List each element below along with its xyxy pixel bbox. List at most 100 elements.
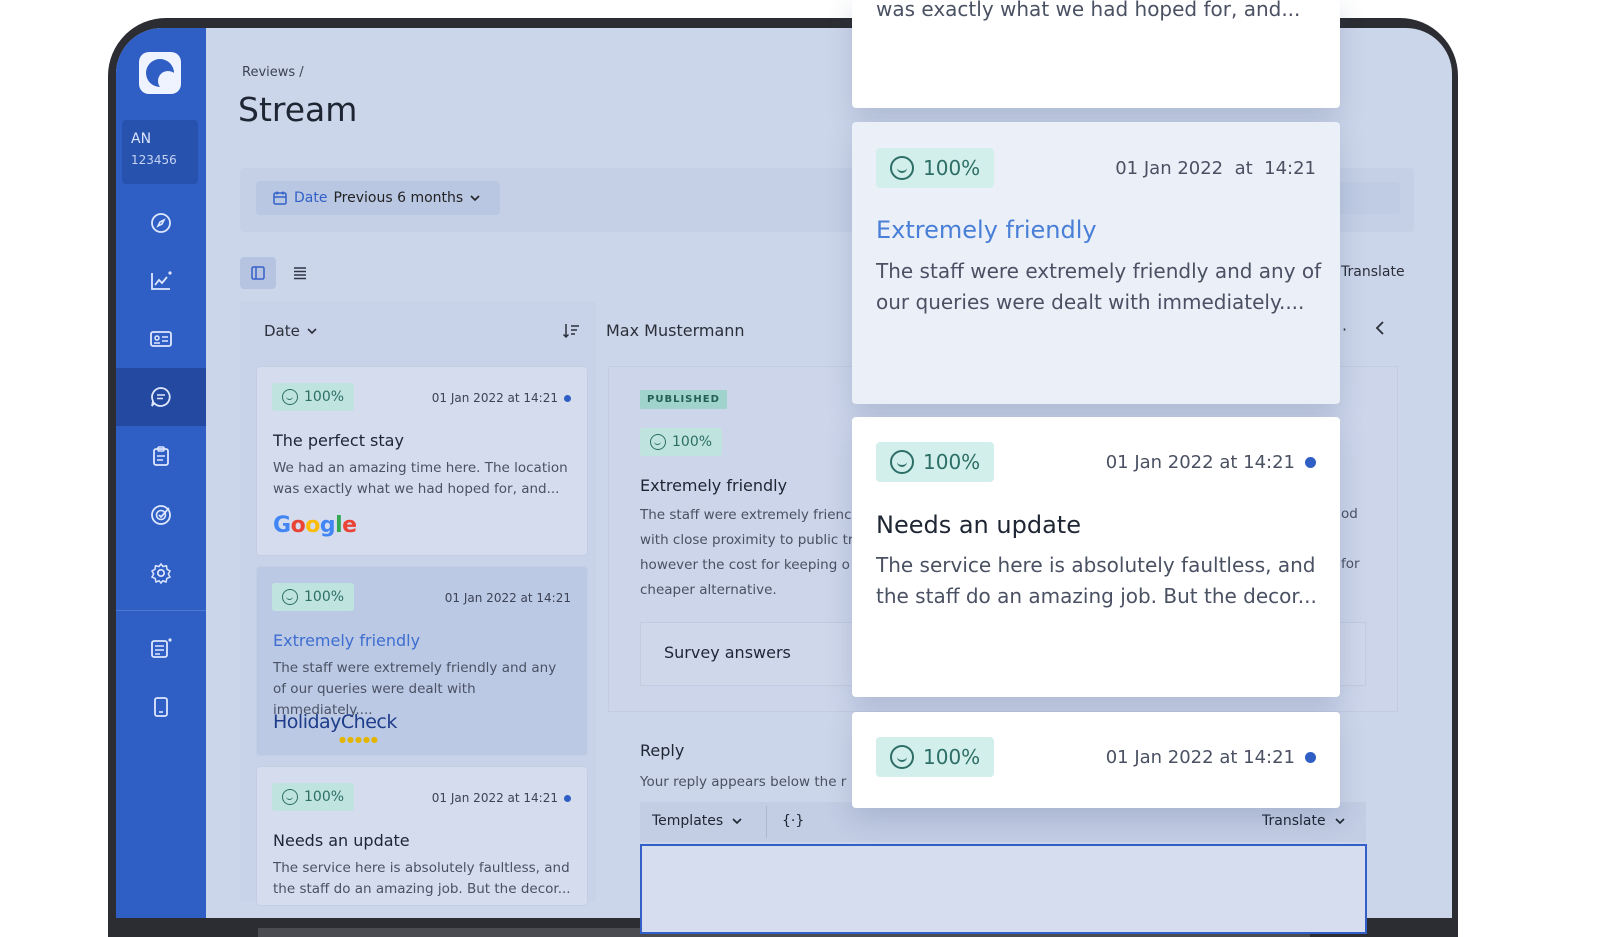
chevron-left-icon [1375,321,1384,335]
score-badge: 100% [876,442,995,482]
date-filter-button[interactable]: Date Previous 6 months [256,181,500,215]
app-logo[interactable] [139,52,181,94]
chevron-down-icon [1335,818,1345,825]
sidebar-item-explore[interactable] [116,194,206,252]
sort-label: Date [264,322,300,340]
account-id: 123456 [131,153,177,167]
review-excerpt: The staff were extremely friendly and an… [876,259,1322,314]
placeholder-variable-button[interactable]: {·} [782,813,804,829]
clipboard-icon [153,446,169,466]
status-badge: PUBLISHED [640,390,727,409]
floating-review-card[interactable]: 100% 01 Jan 2022 at 14:21 Extremely frie… [852,122,1340,404]
sidebar-item-analytics[interactable] [116,252,206,310]
account-initials: AN [131,131,152,147]
sort-descending-icon [562,324,579,339]
holidaycheck-logo: HolidayCheck [273,711,397,733]
reply-hint: Your reply appears below the r [640,774,847,790]
sidebar-item-tasks[interactable] [116,427,206,485]
review-date: 01 Jan 2022 at 14:21 [1106,452,1316,473]
review-title: The perfect stay [273,431,404,450]
target-check-icon [151,505,171,525]
score-badge: 100% [876,737,995,777]
smile-icon [650,434,666,450]
holidaycheck-stars: ●●●●● [339,735,379,744]
list-view-toggle[interactable] [282,257,318,289]
id-card-icon [150,331,172,347]
notepad-icon [151,638,172,658]
chevron-down-icon [470,195,480,202]
reply-heading: Reply [640,741,685,760]
sidebar-item-goals[interactable] [116,486,206,544]
chevron-down-icon [732,818,742,825]
detail-body-fragment: od [1341,506,1358,522]
mobile-phone-icon [154,697,168,717]
floating-review-card[interactable]: was exactly what we had hoped for, and..… [852,0,1340,108]
collapse-panel-button[interactable] [1374,320,1386,341]
sidebar-divider [116,610,206,611]
chevron-down-icon [307,328,317,335]
templates-dropdown[interactable]: Templates [652,813,743,829]
detail-body-fragment: for [1341,556,1360,572]
breadcrumb[interactable]: Reviews / [242,65,304,80]
review-title: Needs an update [273,831,410,850]
unread-dot [1305,752,1316,763]
review-card[interactable]: 100% 01 Jan 2022 at 14:21 Needs an updat… [256,766,588,906]
score-badge: 100% [640,428,723,456]
floating-review-card[interactable]: 100% 01 Jan 2022 at 14:21 [852,712,1340,808]
score-badge: 100% [272,383,355,411]
unread-dot [1305,457,1316,468]
sort-dropdown[interactable]: Date [264,322,318,340]
review-excerpt: We had an amazing time here. The locatio… [273,460,568,497]
review-excerpt: The service here is absolutely faultless… [876,553,1317,608]
review-title: Extremely friendly [273,631,421,650]
card-view-toggle[interactable] [240,257,276,289]
smile-icon [890,745,914,769]
unread-dot [564,395,571,402]
more-dot[interactable]: · [1342,320,1347,339]
sidebar-item-reviews[interactable] [116,368,206,426]
review-date: 01 Jan 2022 at 14:21 [432,391,571,405]
review-date: 01 Jan 2022 at 14:21 [1115,158,1316,179]
compass-icon [151,213,171,233]
review-excerpt: The service here is absolutely faultless… [273,860,571,897]
review-card-selected[interactable]: 100% 01 Jan 2022 at 14:21 Extremely frie… [256,566,588,756]
score-badge: 100% [876,148,995,188]
review-date: 01 Jan 2022 at 14:21 [1106,747,1316,768]
reply-textarea[interactable] [640,844,1367,934]
unread-dot [564,795,571,802]
sidebar-item-settings[interactable] [116,544,206,602]
score-badge: 100% [272,583,355,611]
sort-order-button[interactable] [562,322,580,344]
sidebar-item-notes[interactable] [116,619,206,677]
smile-icon [282,589,298,605]
account-switcher[interactable]: AN 123456 [122,120,198,184]
floating-review-card[interactable]: 100% 01 Jan 2022 at 14:21 Needs an updat… [852,417,1340,697]
reply-toolbar [640,802,1366,842]
sidebar: AN 123456 [116,28,206,918]
smile-icon [282,389,298,405]
review-title: Extremely friendly [876,216,1097,244]
detail-title: Extremely friendly [640,476,788,495]
smile-icon [890,156,914,180]
detail-body: The staff were extremely frienc with clo… [640,507,854,598]
google-logo: Google [273,513,357,538]
review-card[interactable]: 100% 01 Jan 2022 at 14:21 The perfect st… [256,366,588,556]
sidebar-item-mobile[interactable] [116,678,206,736]
smile-icon [890,450,914,474]
calendar-icon [273,191,287,205]
survey-answers-label: Survey answers [664,643,791,662]
reply-translate-dropdown[interactable]: Translate [1262,813,1346,829]
review-excerpt: was exactly what we had hoped for, and..… [876,0,1301,21]
split-view-icon [251,266,265,280]
sidebar-item-contacts[interactable] [116,310,206,368]
toolbar-divider [766,806,767,838]
logo-mark-icon [146,59,178,91]
date-filter-label: Date [294,190,328,206]
review-date: 01 Jan 2022 at 14:21 [432,791,571,805]
translate-toggle[interactable]: Translate [1341,264,1405,280]
review-title: Needs an update [876,511,1081,539]
score-badge: 100% [272,783,355,811]
date-filter-value: Previous 6 months [333,190,464,206]
reviewer-name: Max Mustermann [606,321,745,340]
list-icon [294,267,306,280]
